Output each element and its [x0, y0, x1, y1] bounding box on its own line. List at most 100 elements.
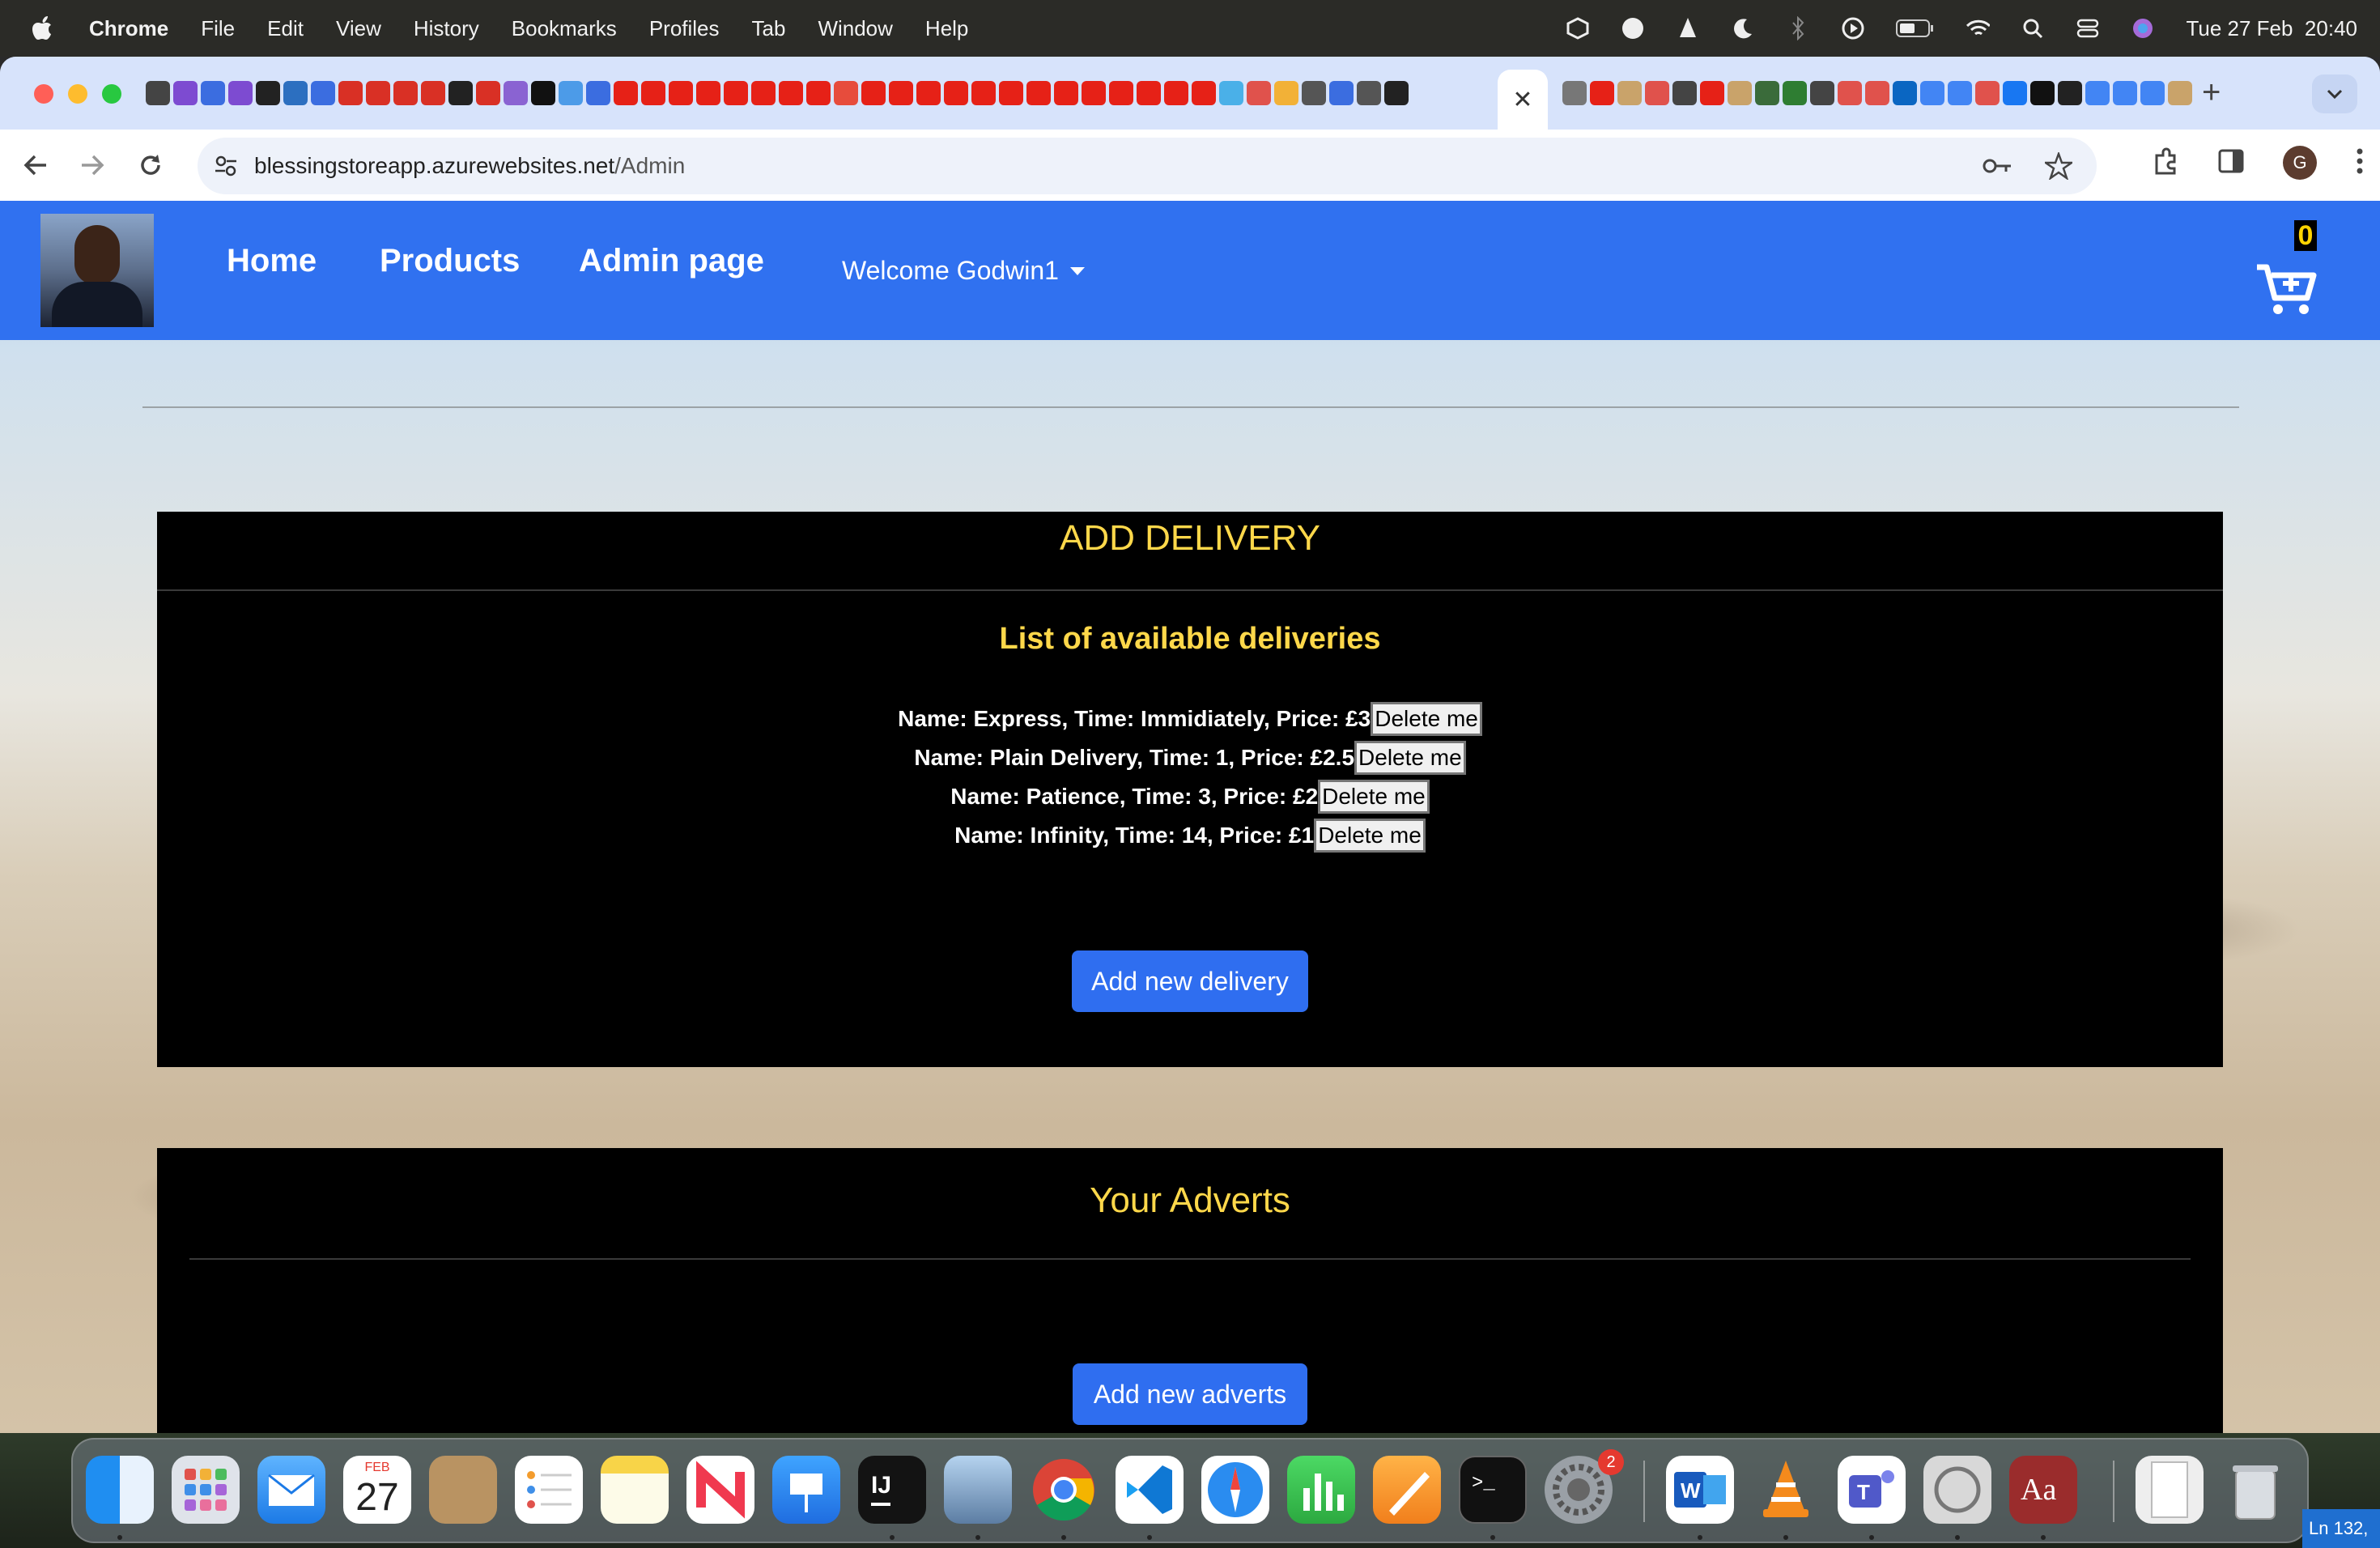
pinned-tab-favicon[interactable]: [311, 81, 335, 105]
site-info-icon[interactable]: [214, 154, 238, 178]
pinned-tab-favicon[interactable]: [366, 81, 390, 105]
pinned-tab-favicon[interactable]: [283, 81, 308, 105]
pinned-tab-favicon[interactable]: [2113, 81, 2137, 105]
battery-icon[interactable]: [1896, 16, 1935, 40]
pinned-tab-favicon[interactable]: [1302, 81, 1326, 105]
new-tab-button[interactable]: +: [2202, 74, 2221, 111]
dictionary-icon[interactable]: Aa: [2009, 1456, 2077, 1524]
add-new-adverts-button[interactable]: Add new adverts: [1073, 1363, 1307, 1425]
pinned-tab-favicon[interactable]: [1357, 81, 1381, 105]
pinned-tab-favicon[interactable]: [146, 81, 170, 105]
pinned-tab-favicon[interactable]: [1617, 81, 1642, 105]
pinned-tab-favicon[interactable]: [806, 81, 831, 105]
pinned-tab-favicon[interactable]: [1700, 81, 1724, 105]
spotlight-search-icon[interactable]: [2021, 16, 2045, 40]
bluetooth-icon[interactable]: [1786, 16, 1810, 40]
pinned-tab-favicon[interactable]: [1865, 81, 1889, 105]
pinned-tab-favicon[interactable]: [1109, 81, 1133, 105]
calendar-icon[interactable]: FEB 27: [343, 1456, 411, 1524]
reminders-icon[interactable]: [515, 1456, 583, 1524]
apple-menu-icon[interactable]: [31, 14, 57, 43]
pinned-tab-favicon[interactable]: [2003, 81, 2027, 105]
delete-delivery-button[interactable]: Delete me: [1371, 702, 1482, 736]
menu-app-name[interactable]: Chrome: [89, 16, 168, 41]
active-tab[interactable]: ✕: [1498, 70, 1548, 130]
pinned-tab-favicon[interactable]: [504, 81, 528, 105]
chrome-icon[interactable]: [1030, 1456, 1098, 1524]
zoom-window-button[interactable]: [102, 84, 121, 104]
mail-icon[interactable]: [257, 1456, 325, 1524]
keynote-icon[interactable]: [772, 1456, 840, 1524]
pinned-tab-favicon[interactable]: [1329, 81, 1354, 105]
safari-icon[interactable]: [1201, 1456, 1269, 1524]
pinned-tab-favicon[interactable]: [861, 81, 886, 105]
launchpad-icon[interactable]: [172, 1456, 240, 1524]
pinned-tab-favicon[interactable]: [916, 81, 941, 105]
pinned-tab-favicon[interactable]: [1838, 81, 1862, 105]
delete-delivery-button[interactable]: Delete me: [1318, 780, 1430, 814]
word-icon[interactable]: W: [1666, 1456, 1734, 1524]
user-dropdown[interactable]: Welcome Godwin1: [842, 256, 1085, 286]
shopping-cart-icon[interactable]: [2255, 262, 2317, 317]
pinned-tab-favicon[interactable]: [586, 81, 610, 105]
menu-bar-clock[interactable]: Tue 27 Feb 20:40: [2186, 16, 2357, 41]
pinned-tab-favicon[interactable]: [1274, 81, 1298, 105]
menu-window[interactable]: Window: [818, 16, 892, 41]
pinned-tab-favicon[interactable]: [2058, 81, 2082, 105]
add-new-delivery-button[interactable]: Add new delivery: [1072, 950, 1308, 1012]
control-center-icon[interactable]: [2076, 16, 2100, 40]
pinned-tab-favicon[interactable]: [1672, 81, 1697, 105]
pinned-tab-favicon[interactable]: [1728, 81, 1752, 105]
finder-icon[interactable]: [86, 1456, 154, 1524]
bookmark-star-icon[interactable]: [2042, 151, 2075, 184]
pinned-tab-favicon[interactable]: [1562, 81, 1587, 105]
vscode-icon[interactable]: [1116, 1456, 1184, 1524]
pinned-tab-favicon[interactable]: [1247, 81, 1271, 105]
teams-icon[interactable]: T: [1838, 1456, 1906, 1524]
back-arrow-icon[interactable]: [18, 147, 53, 183]
pinned-tab-favicon[interactable]: [641, 81, 665, 105]
pinned-tab-favicon[interactable]: [448, 81, 473, 105]
reload-icon[interactable]: [133, 147, 168, 183]
pinned-tab-favicon[interactable]: [999, 81, 1023, 105]
pdf-document-icon[interactable]: [2136, 1456, 2204, 1524]
password-key-icon[interactable]: [1982, 152, 2012, 184]
pinned-tab-favicon[interactable]: [393, 81, 418, 105]
pinned-tab-favicon[interactable]: [256, 81, 280, 105]
pinned-tab-favicon[interactable]: [944, 81, 968, 105]
moon-icon[interactable]: [1731, 16, 1755, 40]
nav-admin-link[interactable]: Admin page: [579, 243, 764, 279]
url-text[interactable]: blessingstoreapp.azurewebsites.net/Admin: [254, 153, 685, 179]
tab-close-icon[interactable]: ✕: [1512, 86, 1532, 114]
siri-icon[interactable]: [2131, 16, 2155, 40]
preview-icon[interactable]: [944, 1456, 1012, 1524]
trash-icon[interactable]: [2221, 1456, 2289, 1524]
extensions-puzzle-icon[interactable]: [2152, 147, 2179, 179]
menu-profiles[interactable]: Profiles: [649, 16, 720, 41]
pinned-tab-favicon[interactable]: [476, 81, 500, 105]
pinned-tab-favicon[interactable]: [173, 81, 198, 105]
pinned-tab-favicon[interactable]: [1975, 81, 2000, 105]
menu-bookmarks[interactable]: Bookmarks: [512, 16, 617, 41]
notes-icon[interactable]: [601, 1456, 669, 1524]
pinned-tab-favicon[interactable]: [669, 81, 693, 105]
pinned-tab-favicon[interactable]: [1384, 81, 1409, 105]
pinned-tab-favicon[interactable]: [1137, 81, 1161, 105]
address-bar[interactable]: blessingstoreapp.azurewebsites.net/Admin: [198, 138, 2097, 194]
pinned-tab-favicon[interactable]: [779, 81, 803, 105]
pinned-tab-favicon[interactable]: [1164, 81, 1188, 105]
pinned-tab-favicon[interactable]: [1645, 81, 1669, 105]
nav-products-link[interactable]: Products: [380, 243, 520, 279]
menu-file[interactable]: File: [201, 16, 235, 41]
menu-edit[interactable]: Edit: [267, 16, 304, 41]
contacts-icon[interactable]: [429, 1456, 497, 1524]
menu-tab[interactable]: Tab: [752, 16, 786, 41]
delete-delivery-button[interactable]: Delete me: [1354, 741, 1466, 775]
vpn-icon[interactable]: [1621, 16, 1645, 40]
minimize-window-button[interactable]: [68, 84, 87, 104]
pinned-tab-favicon[interactable]: [1783, 81, 1807, 105]
cube-icon[interactable]: [1566, 16, 1590, 40]
pinned-tab-favicon[interactable]: [1755, 81, 1779, 105]
whatsapp-icon[interactable]: [1923, 1456, 1991, 1524]
pinned-tab-favicon[interactable]: [1810, 81, 1834, 105]
